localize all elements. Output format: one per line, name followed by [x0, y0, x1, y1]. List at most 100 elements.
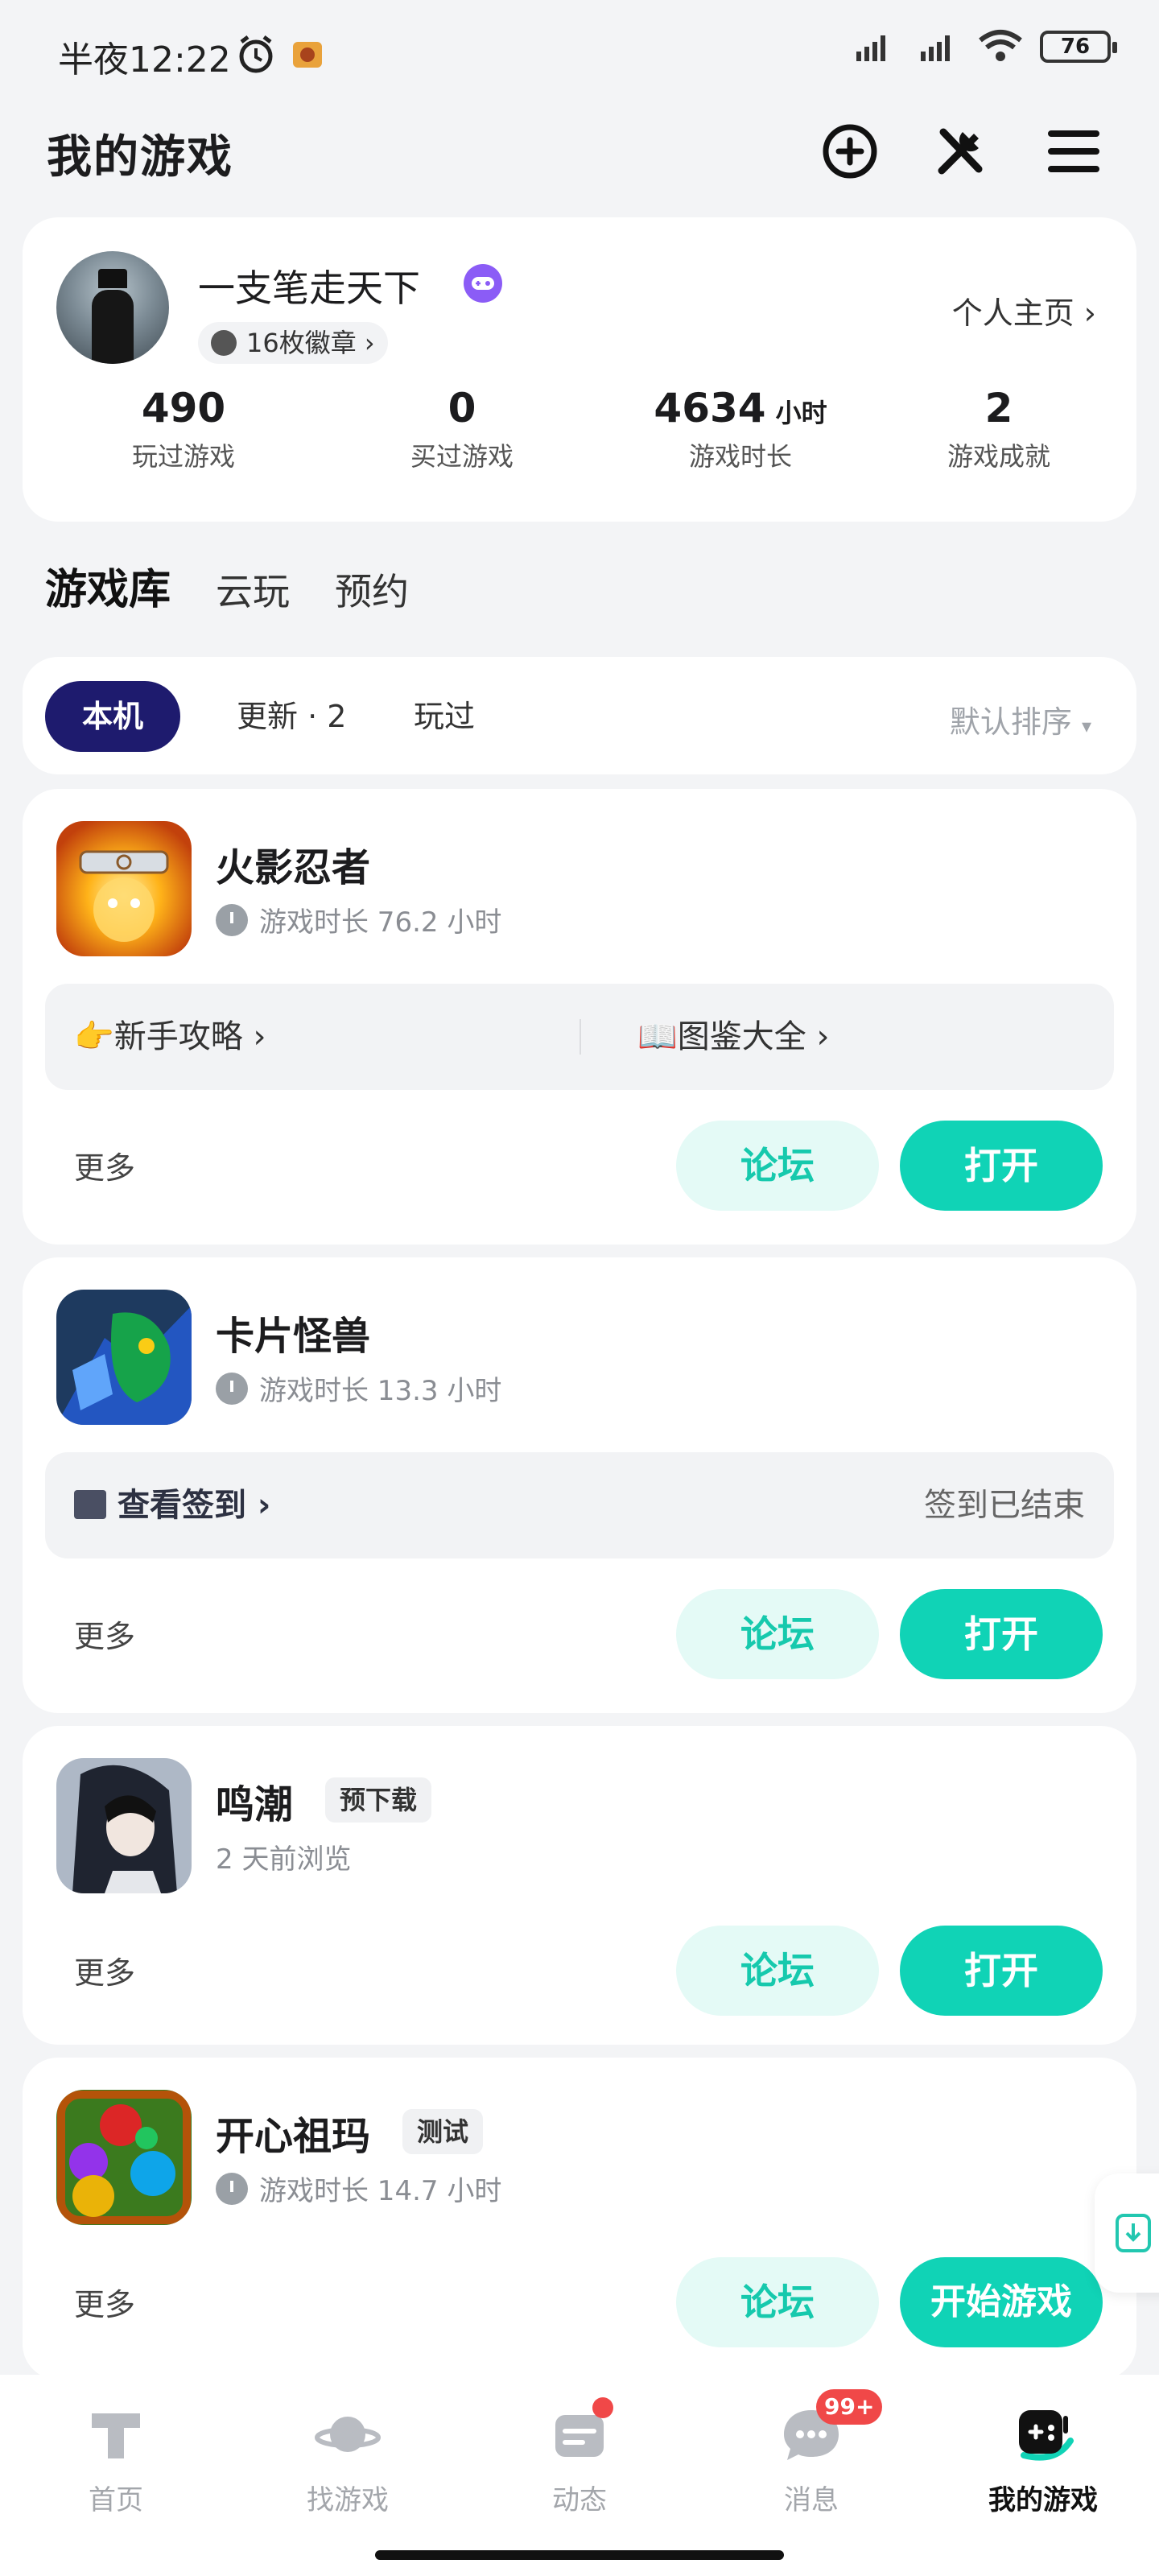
username: 一支笔走天下: [198, 266, 420, 310]
play-time: 游戏时长 14.7 小时: [259, 2175, 502, 2207]
home-icon: [80, 2399, 151, 2470]
game-icon[interactable]: [56, 1290, 192, 1425]
tab-library[interactable]: 游戏库: [41, 555, 175, 616]
game-title[interactable]: 鸣潮: [216, 1773, 293, 1829]
forum-button[interactable]: 论坛: [676, 1926, 879, 2016]
menu-button[interactable]: [1043, 121, 1104, 182]
status-bar: 半夜12:22 76: [0, 0, 1159, 105]
nav-my-games[interactable]: 我的游戏: [927, 2399, 1159, 2517]
game-icon[interactable]: [56, 821, 192, 956]
stat-label: 买过游戏: [410, 441, 514, 472]
nav-messages[interactable]: 99+ 消息: [695, 2389, 927, 2517]
alarm-icon: [239, 35, 273, 73]
homepage-link-label: 个人主页: [951, 295, 1074, 331]
feed-icon: [544, 2397, 615, 2470]
checkin-status: 签到已结束: [924, 1487, 1085, 1524]
medals-count: 16枚徽章: [246, 328, 357, 358]
gamepad-icon: [1008, 2399, 1079, 2470]
homepage-link[interactable]: 个人主页 ›: [952, 288, 1096, 332]
nav-home[interactable]: 首页: [0, 2399, 232, 2517]
encyclopedia-label: 📖图鉴大全: [637, 1018, 806, 1055]
forum-button[interactable]: 论坛: [676, 1589, 879, 1679]
stat-value: 2: [984, 385, 1013, 431]
open-button[interactable]: 打开: [900, 1589, 1103, 1679]
chevron-right-icon: ›: [242, 1018, 266, 1055]
last-viewed: 2 天前浏览: [216, 1843, 352, 1876]
more-button[interactable]: 更多: [74, 1143, 135, 1187]
add-game-button[interactable]: [819, 121, 881, 182]
start-game-button[interactable]: 开始游戏: [900, 2257, 1103, 2347]
beginner-guide-link[interactable]: 👉新手攻略 ›: [74, 984, 266, 1090]
message-count-badge: 99+: [816, 2389, 883, 2425]
signal-icon: [921, 35, 950, 61]
quick-links: 👉新手攻略 › 📖图鉴大全 ›: [45, 984, 1114, 1090]
stat-bought-games[interactable]: 0 买过游戏: [325, 385, 599, 473]
filter-bar: 本机 更新 · 2 玩过 默认排序 ▾: [23, 657, 1136, 774]
download-icon: [1116, 2214, 1151, 2252]
medal-icon: [211, 330, 237, 356]
divider: [580, 1019, 581, 1055]
nav-discover[interactable]: 找游戏: [232, 2399, 464, 2517]
filter-played[interactable]: 玩过: [377, 681, 512, 752]
sort-dropdown[interactable]: 默认排序 ▾: [950, 697, 1091, 741]
nav-label: 我的游戏: [988, 2484, 1098, 2516]
medals-chip[interactable]: 16枚徽章 ›: [198, 322, 388, 364]
chevron-right-icon: ›: [246, 1487, 271, 1524]
stat-label: 游戏时长: [688, 441, 792, 472]
game-card: 鸣潮 预下载 2 天前浏览 更多 论坛 打开: [23, 1726, 1136, 2045]
checkin-bar[interactable]: 查看签到 › 签到已结束: [45, 1452, 1114, 1558]
pre-download-tag: 预下载: [325, 1777, 432, 1823]
tools-icon: [938, 128, 983, 175]
avatar[interactable]: [56, 251, 169, 364]
more-button[interactable]: 更多: [74, 2280, 135, 2324]
tab-cloud-play[interactable]: 云玩: [216, 563, 290, 616]
game-meta: 2 天前浏览: [216, 1837, 351, 1876]
stopwatch-icon: [216, 2172, 248, 2205]
tab-reservations[interactable]: 预约: [335, 563, 409, 616]
filter-updates[interactable]: 更新 · 2: [200, 681, 383, 752]
gamepad-badge-icon: [464, 264, 502, 303]
checkin-label: 查看签到: [118, 1487, 246, 1524]
signal-icon: [856, 35, 885, 61]
more-button[interactable]: 更多: [74, 1948, 135, 1992]
home-indicator: [375, 2550, 784, 2560]
play-time: 游戏时长 13.3 小时: [259, 1375, 502, 1407]
nav-label: 消息: [784, 2484, 839, 2516]
sort-label: 默认排序: [949, 704, 1072, 740]
game-icon[interactable]: [56, 2090, 192, 2225]
stat-played-games[interactable]: 490 玩过游戏: [47, 385, 320, 473]
stat-play-time[interactable]: 4634 小时 游戏时长: [604, 385, 877, 473]
nav-feed[interactable]: 动态: [464, 2397, 695, 2517]
plus-circle-icon: [823, 124, 877, 179]
game-meta: 游戏时长 13.3 小时: [216, 1368, 501, 1408]
profile-card: 一支笔走天下 16枚徽章 › 个人主页 › 490 玩过游戏 0 买过游戏 46…: [23, 217, 1136, 522]
stat-achievements[interactable]: 2 游戏成就: [882, 385, 1116, 473]
stat-value: 490: [141, 385, 226, 431]
more-button[interactable]: 更多: [74, 1612, 135, 1656]
forum-button[interactable]: 论坛: [676, 1121, 879, 1211]
nav-label: 动态: [552, 2484, 607, 2516]
stat-value: 4634: [654, 385, 766, 431]
checkin-link[interactable]: 查看签到 ›: [74, 1452, 270, 1558]
nav-label: 首页: [89, 2484, 143, 2516]
chevron-right-icon: ›: [806, 1018, 830, 1055]
status-time: 半夜12:22: [58, 39, 231, 80]
stat-label: 玩过游戏: [131, 441, 235, 472]
game-meta: 游戏时长 14.7 小时: [216, 2169, 501, 2208]
open-button[interactable]: 打开: [900, 1926, 1103, 2016]
game-title[interactable]: 开心祖玛: [216, 2104, 370, 2161]
status-indicators: 76: [848, 29, 1117, 64]
game-icon[interactable]: [56, 1758, 192, 1893]
open-button[interactable]: 打开: [900, 1121, 1103, 1211]
filter-local[interactable]: 本机: [45, 681, 181, 752]
download-manager-button[interactable]: [1095, 2174, 1159, 2293]
game-title[interactable]: 卡片怪兽: [216, 1304, 370, 1360]
tools-button[interactable]: [930, 121, 992, 182]
hamburger-icon: [1048, 130, 1099, 172]
game-title[interactable]: 火影忍者: [216, 836, 370, 892]
nav-label: 找游戏: [307, 2484, 389, 2516]
stopwatch-icon: [216, 903, 248, 936]
forum-button[interactable]: 论坛: [676, 2257, 879, 2347]
bottom-nav: 首页 找游戏 动态 99+ 消息 我的游戏: [0, 2375, 1159, 2576]
encyclopedia-link[interactable]: 📖图鉴大全 ›: [637, 984, 830, 1090]
